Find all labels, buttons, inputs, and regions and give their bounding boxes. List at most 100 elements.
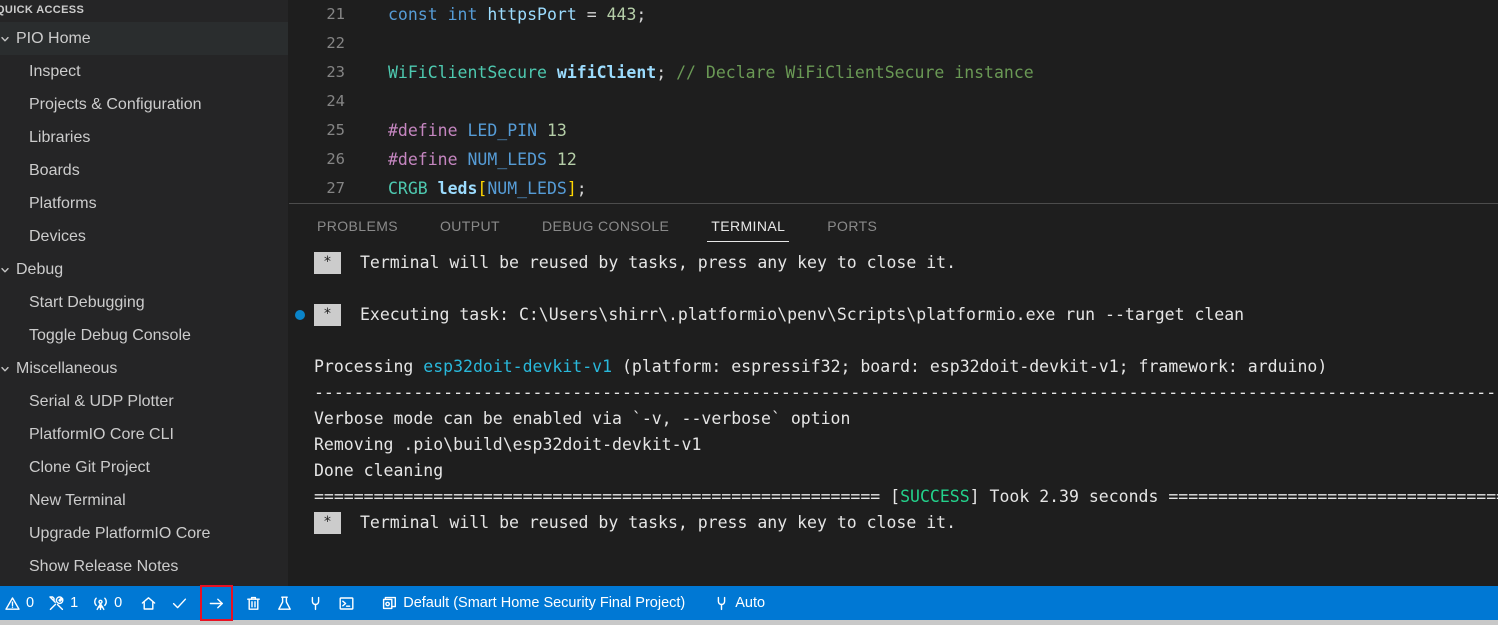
status-build-tasks-label: 1 [70,595,79,611]
status-pio-environment[interactable]: Default (Smart Home Security Final Proje… [374,586,692,620]
sidebar-group-debug[interactable]: Debug [0,253,288,286]
sidebar-item-clone-git-project[interactable]: Clone Git Project [0,451,288,484]
status-pio-environment-label: Default (Smart Home Security Final Proje… [403,595,686,611]
sidebar-group-miscellaneous[interactable]: Miscellaneous [0,352,288,385]
sidebar-item-start-debugging[interactable]: Start Debugging [0,286,288,319]
radio-tower-icon [92,595,109,612]
trash-icon [245,595,262,612]
status-pio-clean[interactable] [238,586,269,620]
sidebar-item-serial-udp-plotter[interactable]: Serial & UDP Plotter [0,385,288,418]
sidebar-item-label: Serial & UDP Plotter [29,392,174,410]
code-token: 443 [606,5,637,24]
terminal-text: ========================================… [314,487,901,506]
code-token: NUM_LEDS [487,179,567,198]
check-icon [171,595,188,612]
terminal-text: Terminal will be reused by tasks, press … [360,513,957,532]
sidebar-item-label: Platforms [29,194,97,212]
line-number: 25 [326,121,345,139]
code-token: ; [636,5,647,24]
bottom-panel: PROBLEMS OUTPUT DEBUG CONSOLE TERMINAL PORTS… [289,203,1498,586]
code-line: 24 [289,87,1498,116]
code-editor[interactable]: 21 const int httpsPort = 443; 22 23 WiFiClie… [289,0,1498,203]
code-token: 12 [556,150,577,169]
quick-access-sidebar: QUICK ACCESS PIO Home Inspect Projects & C… [0,0,288,586]
code-line: 22 [289,29,1498,58]
code-token: ; [656,63,677,82]
code-token: ] [566,179,577,198]
terminal-lines: * Terminal will be reused by tasks, press… [289,250,1498,536]
line-number: 24 [326,92,345,110]
status-errors-warnings[interactable]: 0 [0,586,41,620]
code-line: 27 CRGB leds[NUM_LEDS]; [289,174,1498,203]
status-pio-test[interactable] [269,586,300,620]
terminal-line: Removing .pio\build\esp32doit-devkit-v1 [289,432,1498,458]
status-pio-upload[interactable] [200,585,234,621]
code-token: leds [437,179,478,198]
tab-terminal[interactable]: TERMINAL [703,218,793,242]
code-text: WiFiClientSecure wifiClient; // Declare … [345,58,1034,87]
sidebar-item-label: Show Release Notes [29,557,179,575]
window-bottom-edge [0,620,1498,625]
status-pio-terminal[interactable] [331,586,362,620]
sidebar-item-platformio-core-cli[interactable]: PlatformIO Core CLI [0,418,288,451]
panel-tab-bar: PROBLEMS OUTPUT DEBUG CONSOLE TERMINAL PORTS [289,204,1498,242]
code-text: #define NUM_LEDS 12 [345,145,577,174]
code-line: 23 WiFiClientSecure wifiClient; // Declar… [289,58,1498,87]
status-pio-serial[interactable] [300,586,331,620]
sidebar-group-label: Miscellaneous [16,359,118,377]
status-pio-port-label: Auto [735,595,766,611]
quick-access-header: QUICK ACCESS [0,4,85,16]
sidebar-item-new-terminal[interactable]: New Terminal [0,484,288,517]
sidebar-item-label: New Terminal [29,491,126,509]
chevron-down-icon [0,265,14,275]
tab-output[interactable]: OUTPUT [432,218,508,242]
arrow-right-icon [208,595,225,612]
sidebar-item-label: Upgrade PlatformIO Core [29,524,211,542]
code-token: 13 [546,121,567,140]
status-pio-port[interactable]: Auto [706,586,772,620]
terminal-line: ----------------------------------------… [289,380,1498,406]
sidebar-item-inspect[interactable]: Inspect [0,55,288,88]
flask-icon [276,595,293,612]
status-radio-tower-label: 0 [114,595,123,611]
status-errors-warnings-label: 0 [26,595,35,611]
sidebar-item-upgrade-platformio-core[interactable]: Upgrade PlatformIO Core [0,517,288,550]
sidebar-item-boards[interactable]: Boards [0,154,288,187]
status-build-tasks[interactable]: 1 [41,586,85,620]
sidebar-item-libraries[interactable]: Libraries [0,121,288,154]
plug-icon [713,595,730,612]
tab-ports[interactable]: PORTS [819,218,885,242]
sidebar-item-label: Clone Git Project [29,458,150,476]
tab-debug-console[interactable]: DEBUG CONSOLE [534,218,677,242]
code-token: httpsPort [487,5,577,24]
asterisk-badge-icon: * [314,304,341,326]
status-radio-tower[interactable]: 0 [85,586,129,620]
sidebar-item-platforms[interactable]: Platforms [0,187,288,220]
status-pio-home[interactable] [133,586,164,620]
terminal-text: ----------------------------------------… [314,383,1498,402]
tools-icon [48,595,65,612]
code-token: wifiClient [556,63,657,82]
terminal-text: (platform: espressif32; board: esp32doit… [612,357,1328,376]
code-token: = [576,5,607,24]
tab-problems[interactable]: PROBLEMS [309,218,406,242]
sidebar-group-pio-home[interactable]: PIO Home [0,22,288,55]
terminal-output[interactable]: * Terminal will be reused by tasks, press… [289,242,1498,586]
terminal-text: SUCCESS [900,487,970,506]
line-number: 26 [326,150,345,168]
code-token: // Declare WiFiClientSecure instance [676,63,1034,82]
terminal-line: Done cleaning [289,458,1498,484]
sidebar-item-toggle-debug-console[interactable]: Toggle Debug Console [0,319,288,352]
code-line: 26 #define NUM_LEDS 12 [289,145,1498,174]
sidebar-item-show-release-notes[interactable]: Show Release Notes [0,550,288,583]
chevron-down-icon [0,364,14,374]
terminal-text: esp32doit-devkit-v1 [423,357,613,376]
sidebar-item-projects-configuration[interactable]: Projects & Configuration [0,88,288,121]
sidebar-item-label: Start Debugging [29,293,145,311]
sidebar-item-devices[interactable]: Devices [0,220,288,253]
code-token: NUM_LEDS [467,150,557,169]
status-pio-build[interactable] [164,586,195,620]
terminal-text: Done cleaning [314,461,444,480]
